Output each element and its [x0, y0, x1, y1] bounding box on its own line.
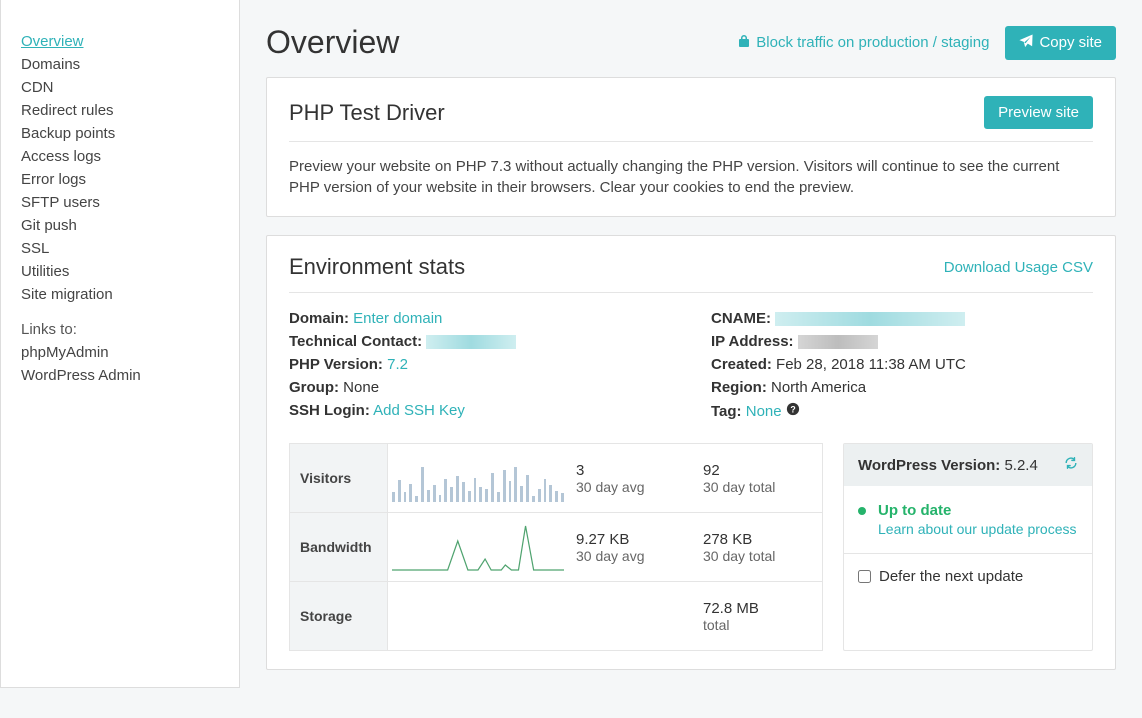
metric-name-storage: Storage — [290, 582, 388, 650]
tech-contact-redacted — [426, 335, 516, 349]
sidebar-item-ssl[interactable]: SSL — [21, 237, 219, 260]
sidebar: Overview Domains CDN Redirect rules Back… — [0, 0, 240, 688]
svg-text:?: ? — [790, 405, 795, 415]
visitors-avg-label: 30 day avg — [576, 479, 687, 495]
env-stats-panel: Environment stats Download Usage CSV Dom… — [266, 235, 1116, 670]
cname-redacted — [775, 312, 965, 326]
tag-link[interactable]: None — [746, 403, 782, 420]
php-test-title: PHP Test Driver — [289, 100, 445, 126]
bandwidth-avg-label: 30 day avg — [576, 548, 687, 564]
sidebar-item-error-logs[interactable]: Error logs — [21, 168, 219, 191]
status-dot-icon — [858, 507, 866, 515]
cname-label: CNAME: — [711, 310, 771, 327]
metrics-table: Visitors 3 30 day avg — [289, 443, 823, 651]
lock-icon — [738, 34, 750, 52]
sidebar-item-sftp-users[interactable]: SFTP users — [21, 191, 219, 214]
created-label: Created: — [711, 356, 772, 373]
main: Overview Block traffic on production / s… — [240, 0, 1142, 688]
sidebar-links-to-label: Links to: — [21, 318, 219, 341]
metric-name-bandwidth: Bandwidth — [290, 513, 388, 581]
domain-value-link[interactable]: Enter domain — [353, 310, 442, 327]
metric-row-visitors: Visitors 3 30 day avg — [290, 444, 822, 513]
bandwidth-total-label: 30 day total — [703, 548, 814, 564]
ssh-login-link[interactable]: Add SSH Key — [373, 402, 465, 419]
refresh-icon[interactable] — [1064, 456, 1078, 474]
domain-label: Domain: — [289, 310, 349, 327]
bandwidth-sparkline — [388, 517, 568, 577]
visitors-sparkline — [388, 448, 568, 508]
group-label: Group: — [289, 379, 339, 396]
sidebar-item-git-push[interactable]: Git push — [21, 214, 219, 237]
bandwidth-total: 278 KB — [703, 531, 814, 548]
php-version-label: PHP Version: — [289, 356, 383, 373]
php-version-link[interactable]: 7.2 — [387, 356, 408, 373]
ip-redacted — [798, 335, 878, 349]
question-circle-icon[interactable]: ? — [786, 402, 800, 420]
wp-version-value: 5.2.4 — [1004, 457, 1037, 474]
visitors-avg: 3 — [576, 462, 687, 479]
block-traffic-link[interactable]: Block traffic on production / staging — [738, 34, 989, 52]
sidebar-item-domains[interactable]: Domains — [21, 53, 219, 76]
sidebar-item-site-migration[interactable]: Site migration — [21, 283, 219, 306]
defer-update-checkbox[interactable] — [858, 570, 871, 583]
metric-row-storage: Storage 72.8 MB total — [290, 582, 822, 650]
created-value: Feb 28, 2018 11:38 AM UTC — [776, 356, 966, 373]
sidebar-item-overview[interactable]: Overview — [21, 30, 219, 53]
wp-version-label: WordPress Version: — [858, 457, 1000, 474]
region-label: Region: — [711, 379, 767, 396]
ip-label: IP Address: — [711, 333, 794, 350]
titlebar: Overview Block traffic on production / s… — [266, 24, 1116, 61]
download-usage-csv-link[interactable]: Download Usage CSV — [944, 259, 1093, 276]
block-traffic-label: Block traffic on production / staging — [756, 34, 989, 51]
wordpress-version-box: WordPress Version: 5.2.4 Up to date Lear… — [843, 443, 1093, 651]
group-value: None — [343, 379, 379, 396]
page-title: Overview — [266, 24, 399, 61]
sidebar-item-utilities[interactable]: Utilities — [21, 260, 219, 283]
paper-plane-icon — [1019, 34, 1033, 52]
storage-sparkline-empty — [388, 586, 568, 646]
visitors-total: 92 — [703, 462, 814, 479]
storage-total: 72.8 MB — [703, 600, 814, 617]
metric-name-visitors: Visitors — [290, 444, 388, 512]
sidebar-ext-phpmyadmin[interactable]: phpMyAdmin — [21, 341, 219, 364]
copy-site-button[interactable]: Copy site — [1005, 26, 1116, 60]
ssh-login-label: SSH Login: — [289, 402, 370, 419]
storage-total-label: total — [703, 617, 814, 633]
wp-learn-link[interactable]: Learn about our update process — [878, 521, 1076, 537]
sidebar-item-redirect-rules[interactable]: Redirect rules — [21, 99, 219, 122]
sidebar-ext-wordpress-admin[interactable]: WordPress Admin — [21, 364, 219, 387]
metric-row-bandwidth: Bandwidth 9.27 KB 30 day avg — [290, 513, 822, 582]
copy-site-label: Copy site — [1039, 34, 1102, 51]
sidebar-item-access-logs[interactable]: Access logs — [21, 145, 219, 168]
env-stats-title: Environment stats — [289, 254, 465, 280]
tech-contact-label: Technical Contact: — [289, 333, 422, 350]
preview-site-button[interactable]: Preview site — [984, 96, 1093, 129]
region-value: North America — [771, 379, 866, 396]
defer-update-label: Defer the next update — [879, 568, 1023, 585]
php-test-panel: PHP Test Driver Preview site Preview you… — [266, 77, 1116, 217]
php-test-description: Preview your website on PHP 7.3 without … — [289, 156, 1093, 198]
wp-status: Up to date — [878, 502, 1076, 519]
env-stats-grid: Domain: Enter domain Technical Contact: … — [289, 307, 1093, 423]
tag-label: Tag: — [711, 403, 742, 420]
visitors-total-label: 30 day total — [703, 479, 814, 495]
sidebar-item-backup-points[interactable]: Backup points — [21, 122, 219, 145]
sidebar-item-cdn[interactable]: CDN — [21, 76, 219, 99]
bandwidth-avg: 9.27 KB — [576, 531, 687, 548]
